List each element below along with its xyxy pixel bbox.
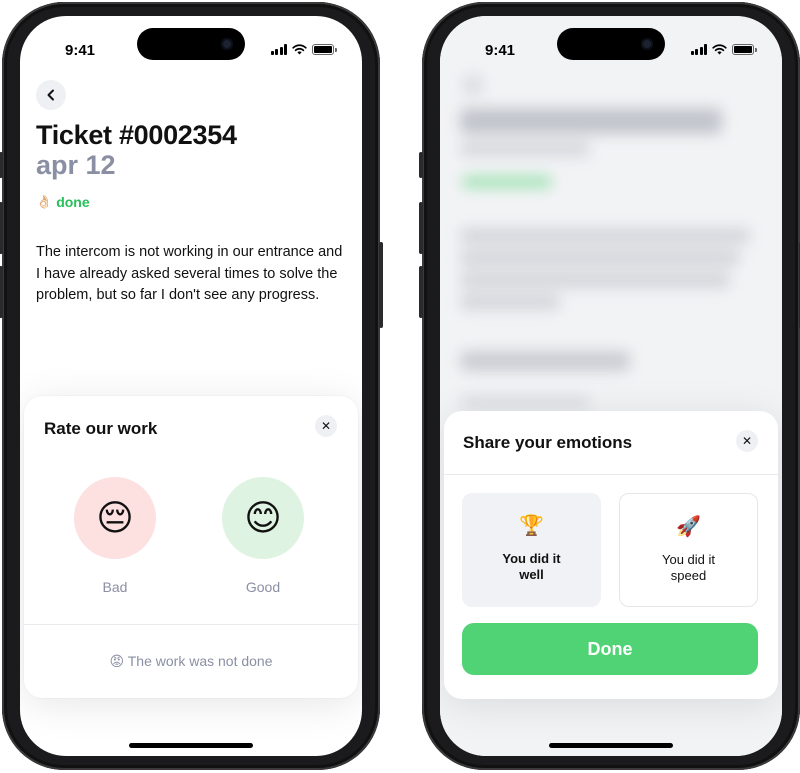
volume-down-button (0, 266, 3, 318)
phone-frame-left: 9:41 Ticket #0002354 apr 12 👌🏻 done The … (0, 2, 383, 770)
battery-icon (312, 44, 337, 55)
back-button[interactable] (36, 80, 66, 110)
status-icons (270, 44, 337, 55)
power-button (379, 242, 383, 328)
status-time: 9:41 (485, 42, 516, 59)
sad-face-icon: 😔 (74, 477, 156, 559)
cellular-signal-icon (270, 44, 287, 55)
dynamic-island (557, 28, 665, 60)
rating-label-good: Good (245, 579, 281, 595)
home-indicator (129, 743, 253, 748)
volume-up-button (0, 202, 3, 254)
emotion-card-label: You did it well (502, 551, 561, 582)
close-button[interactable]: ✕ (315, 415, 337, 437)
emotion-card-did-it-well[interactable]: 🏆 You did it well (462, 493, 601, 607)
angry-face-icon: 😡 (109, 653, 125, 669)
rating-option-bad[interactable]: 😔 Bad (74, 477, 156, 595)
ticket-description: The intercom is not working in our entra… (36, 244, 343, 303)
close-button[interactable]: ✕ (736, 430, 758, 452)
close-icon: ✕ (320, 419, 332, 433)
trophy-icon: 🏆 (519, 515, 544, 537)
work-not-done-label: The work was not done (127, 653, 273, 669)
screen-emotions: 9:41 Share your emotions ✕ 🏆 You did it … (440, 16, 782, 756)
ticket-title: Ticket #0002354 (36, 120, 237, 150)
wifi-icon (712, 44, 727, 55)
silent-switch (0, 152, 3, 178)
chevron-left-icon (47, 89, 54, 101)
sheet-title: Rate our work (44, 419, 158, 438)
silent-switch (419, 152, 423, 178)
sheet-title: Share your emotions (463, 433, 633, 452)
divider (24, 624, 358, 625)
screen-ticket: 9:41 Ticket #0002354 apr 12 👌🏻 done The … (20, 16, 362, 756)
home-indicator (549, 743, 673, 748)
divider (444, 474, 778, 475)
battery-icon (732, 44, 757, 55)
dynamic-island (137, 28, 245, 60)
rating-option-good[interactable]: 😊 Good (222, 477, 304, 595)
phone-frame-right: 9:41 Share your emotions ✕ 🏆 You did it … (419, 2, 800, 770)
emotion-card-did-it-speed[interactable]: 🚀 You did it speed (619, 493, 758, 607)
rate-work-sheet: Rate our work ✕ 😔 Bad 😊 Good 😡 The work … (24, 396, 358, 698)
status-icons (690, 44, 757, 55)
rating-label-bad: Bad (102, 579, 128, 595)
ok-hand-icon: 👌🏻 (36, 194, 53, 209)
cellular-signal-icon (690, 44, 707, 55)
share-emotions-sheet: Share your emotions ✕ 🏆 You did it well … (444, 411, 778, 699)
volume-down-button (419, 266, 423, 318)
smiling-face-icon: 😊 (222, 477, 304, 559)
status-time: 9:41 (65, 42, 96, 59)
emotion-card-label: You did it speed (661, 552, 715, 583)
wifi-icon (292, 44, 307, 55)
volume-up-button (419, 202, 423, 254)
close-icon: ✕ (741, 434, 753, 448)
blurred-ticket-content (440, 16, 782, 416)
ticket-date: apr 12 (36, 150, 116, 180)
rocket-icon: 🚀 (676, 516, 701, 538)
ticket-status: 👌🏻 done (36, 194, 90, 210)
work-not-done-link[interactable]: 😡 The work was not done (24, 653, 358, 670)
status-label: done (56, 194, 90, 210)
done-button[interactable]: Done (462, 623, 758, 675)
